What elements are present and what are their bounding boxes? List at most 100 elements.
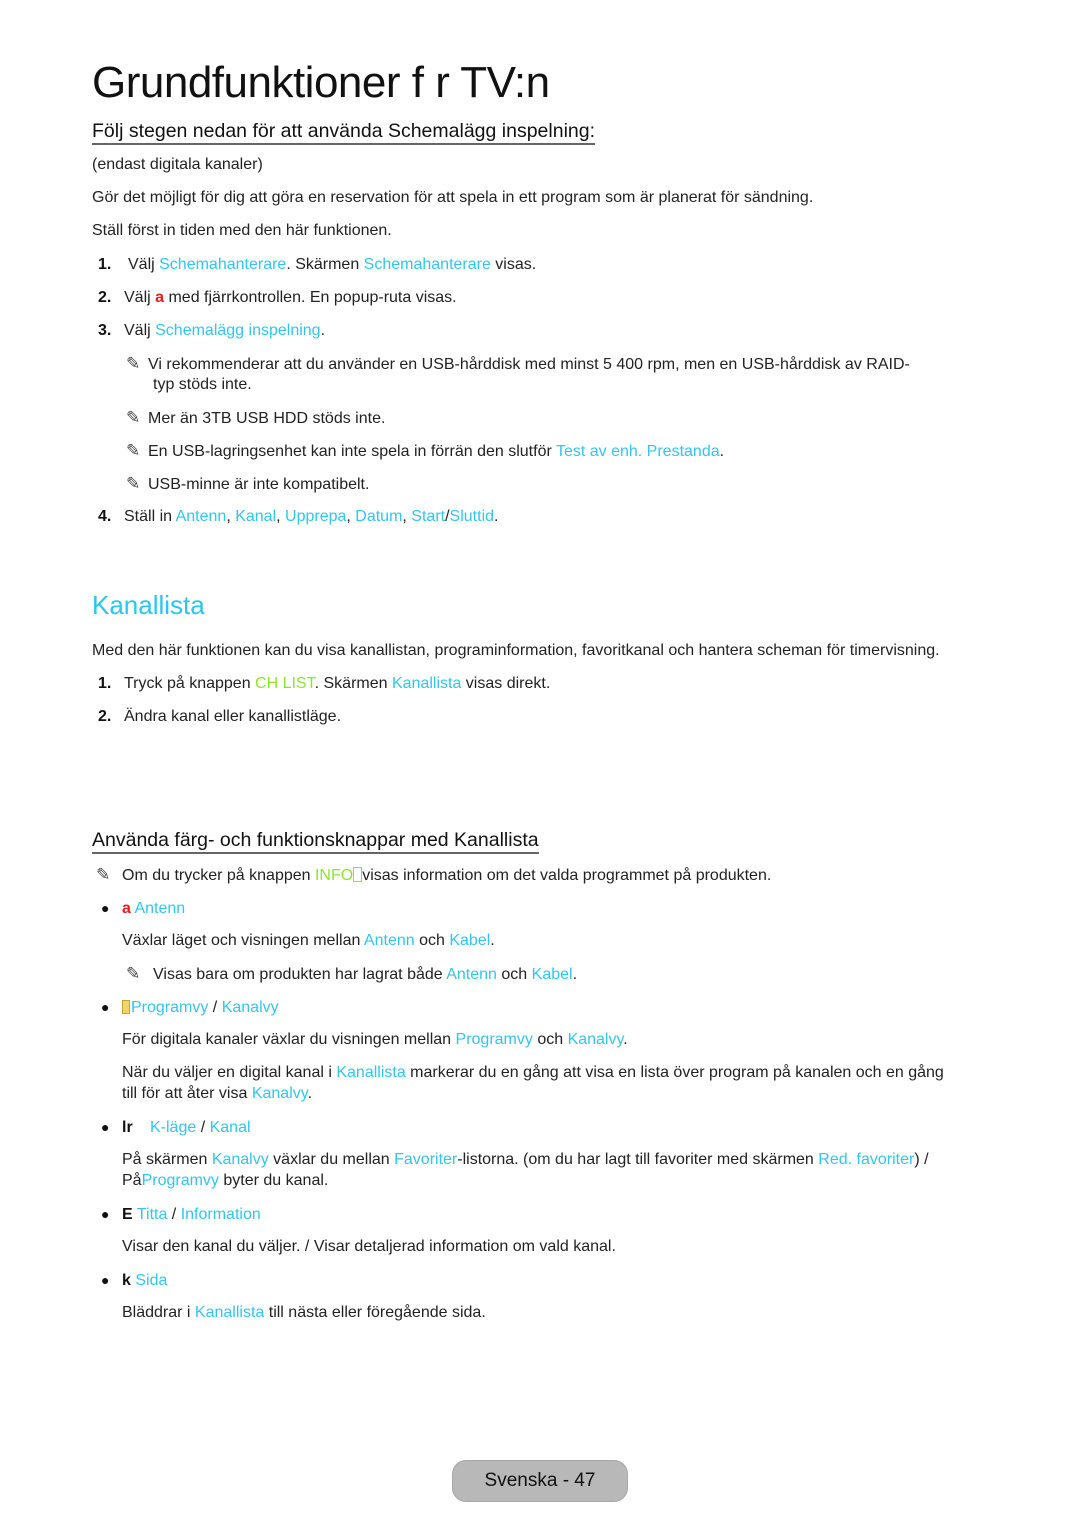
link-kanallista[interactable]: Kanallista	[195, 1304, 264, 1321]
separator: ,	[346, 508, 356, 525]
desc-text: till nästa eller föregående sida.	[264, 1304, 486, 1321]
step-text: .	[320, 322, 326, 339]
desc-text: växlar du mellan	[268, 1151, 395, 1168]
step-item: 1. Välj Schemahanterare. Skärmen Schemaha…	[98, 255, 536, 275]
step-number: 1.	[98, 256, 112, 273]
link-kanalvy[interactable]: Kanalvy	[212, 1151, 269, 1168]
link-kanalvy[interactable]: Kanalvy	[252, 1085, 308, 1102]
info-button-label: INFO	[314, 867, 354, 884]
ch-list-button-label: CH LIST	[255, 675, 315, 692]
function-label-programvy[interactable]: Programvy	[131, 999, 208, 1016]
desc-text: till för att åter visa	[122, 1085, 252, 1102]
menu-link-schemahanterare[interactable]: Schemahanterare	[364, 256, 491, 273]
page-number-badge: Svenska - 47	[452, 1460, 628, 1502]
function-desc: På skärmen Kanalvy växlar du mellan Favo…	[122, 1150, 929, 1170]
step-item: 2. Välj a med fjärrkontrollen. En popup-r…	[98, 288, 457, 308]
link-kanalvy[interactable]: Kanalvy	[568, 1031, 624, 1048]
link-antenn[interactable]: Antenn	[446, 966, 497, 983]
info-note: ✎ Om du trycker på knappen INFO visas info…	[96, 865, 771, 886]
link-antenn[interactable]: Antenn	[364, 932, 415, 949]
desc-text: byter du kanal.	[218, 1172, 329, 1189]
step-text: visas.	[490, 256, 537, 273]
separator: ,	[276, 508, 286, 525]
desc-text: ) /	[914, 1151, 929, 1168]
note-item: ✎ Vi rekommenderar att du använder en USB…	[126, 354, 910, 375]
step-text: med fjärrkontrollen. En popup-ruta visas…	[164, 289, 457, 306]
intro-paragraph: Gör det möjligt för dig att göra en rese…	[92, 189, 814, 206]
enter-button-key: E	[122, 1206, 133, 1223]
function-label-information[interactable]: Information	[181, 1206, 261, 1223]
menu-link-sluttid[interactable]: Sluttid	[450, 508, 494, 525]
desc-text: För digitala kanaler växlar du visningen…	[122, 1031, 456, 1048]
menu-link-kanal[interactable]: Kanal	[235, 508, 276, 525]
link-red-favoriter[interactable]: Red. favoriter	[818, 1151, 914, 1168]
note-text: Mer än 3TB USB HDD stöds inte.	[148, 410, 386, 427]
step-item: 1. Tryck på knappen CH LIST. Skärmen Kana…	[98, 674, 550, 694]
desc-text: .	[307, 1085, 313, 1102]
function-desc: Visar den kanal du väljer. / Visar detal…	[122, 1238, 616, 1255]
desc-text: .	[623, 1031, 628, 1048]
desc-text: Bläddrar i	[122, 1304, 195, 1321]
page-button-key: k	[122, 1272, 131, 1289]
note-text: .	[719, 443, 725, 460]
separator: ,	[402, 508, 412, 525]
channel-button-key: lr	[122, 1119, 133, 1136]
function-desc: När du väljer en digital kanal i Kanalli…	[122, 1063, 944, 1083]
note-item: ✎ En USB-lagringsenhet kan inte spela in …	[126, 441, 724, 462]
menu-link-datum[interactable]: Datum	[355, 508, 402, 525]
step-text: Tryck på knappen	[124, 675, 256, 692]
function-label-kanal[interactable]: Kanal	[210, 1119, 251, 1136]
menu-link-upprepa[interactable]: Upprepa	[285, 508, 346, 525]
desc-text: .	[490, 932, 495, 949]
desc-text: -listorna. (om du har lagt till favorite…	[457, 1151, 819, 1168]
menu-link-start[interactable]: Start	[411, 508, 445, 525]
link-programvy[interactable]: Programvy	[142, 1172, 219, 1189]
note-item: ✎ Visas bara om produkten har lagrat både…	[126, 964, 577, 985]
function-label-titta[interactable]: Titta	[137, 1206, 168, 1223]
function-label-sida[interactable]: Sida	[135, 1272, 167, 1289]
section-title-kanallista: Kanallista	[92, 590, 205, 620]
step-number: 4.	[98, 508, 112, 525]
note-pencil-icon: ✎	[96, 865, 111, 884]
note-text: visas information om det valda programme…	[362, 867, 772, 884]
step-number: 2.	[98, 289, 112, 306]
link-kabel[interactable]: Kabel	[532, 966, 573, 983]
menu-link-antenn[interactable]: Antenn	[176, 508, 227, 525]
desc-text: och	[414, 932, 450, 949]
separator: /	[167, 1206, 181, 1223]
step-text: . Skärmen	[314, 675, 392, 692]
separator: .	[494, 508, 499, 525]
note-pencil-icon: ✎	[126, 354, 141, 373]
function-label-k-lage[interactable]: K-läge	[150, 1119, 196, 1136]
function-label-kanalvy[interactable]: Kanalvy	[222, 999, 279, 1016]
note-item: ✎ USB-minne är inte kompatibelt.	[126, 474, 369, 495]
menu-link-schemalagg-inspelning[interactable]: Schemalägg inspelning	[155, 322, 320, 339]
step-number: 3.	[98, 322, 112, 339]
desc-text: När du väljer en digital kanal i	[122, 1064, 337, 1081]
link-kabel[interactable]: Kabel	[449, 932, 490, 949]
note-pencil-icon: ✎	[126, 441, 141, 460]
desc-text: och	[532, 1031, 568, 1048]
menu-link-schemahanterare[interactable]: Schemahanterare	[159, 256, 286, 273]
bullet-icon: ●	[101, 900, 110, 916]
menu-link-kanallista[interactable]: Kanallista	[392, 675, 461, 692]
step-number: 2.	[98, 708, 112, 725]
link-programvy[interactable]: Programvy	[456, 1031, 533, 1048]
note-text: Visas bara om produkten har lagrat både	[153, 966, 447, 983]
function-item-titta: ● E Titta / Information	[92, 1204, 261, 1225]
note-text: Om du trycker på knappen	[122, 867, 315, 884]
note-text: .	[572, 966, 578, 983]
note-pencil-icon: ✎	[126, 408, 141, 427]
note-text: och	[496, 966, 532, 983]
link-favoriter[interactable]: Favoriter	[394, 1151, 457, 1168]
kanallista-intro: Med den här funktionen kan du visa kanal…	[92, 642, 940, 659]
function-desc: Växlar läget och visningen mellan Antenn…	[122, 931, 495, 951]
menu-link-test-prestanda[interactable]: Test av enh. Prestanda	[556, 443, 720, 460]
separator: /	[208, 999, 222, 1016]
function-item-antenn: ● a Antenn	[92, 898, 185, 919]
link-kanallista[interactable]: Kanallista	[336, 1064, 405, 1081]
step-item: 2. Ändra kanal eller kanallistläge.	[98, 707, 341, 727]
bullet-icon: ●	[101, 1119, 110, 1135]
desc-text: markerar du en gång att visa en lista öv…	[405, 1064, 944, 1081]
function-label-antenn[interactable]: Antenn	[134, 900, 185, 917]
